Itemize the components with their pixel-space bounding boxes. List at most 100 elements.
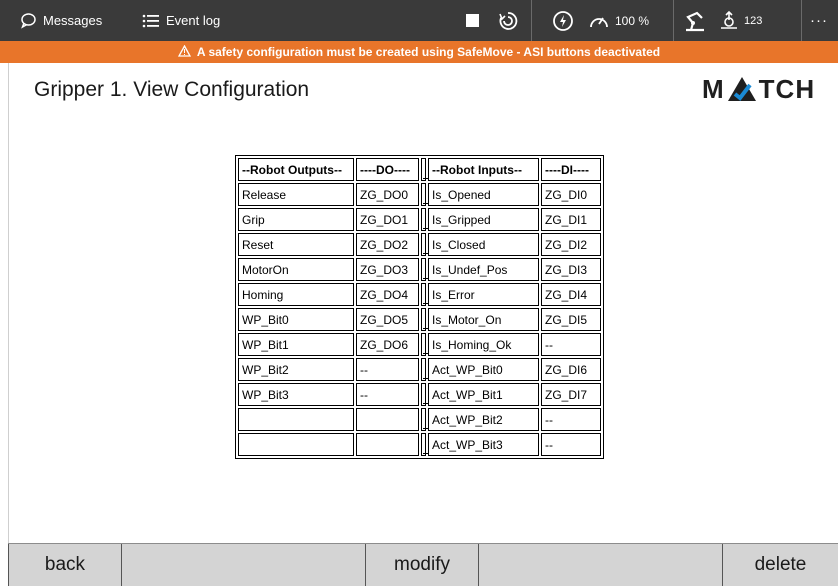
input-name-cell: Act_WP_Bit2	[428, 408, 539, 431]
io-configuration-table: --Robot Outputs-- ----DO---- --Robot Inp…	[235, 155, 604, 459]
di-signal-cell: ZG_DI7	[541, 383, 601, 406]
output-name-cell: WP_Bit1	[238, 333, 354, 356]
di-signal-cell: ZG_DI0	[541, 183, 601, 206]
speed-gauge-icon	[588, 12, 610, 30]
output-name-cell: Reset	[238, 233, 354, 256]
logo-mark-icon	[727, 76, 757, 102]
header-robot-inputs: --Robot Inputs--	[428, 158, 539, 181]
di-signal-cell: ZG_DI3	[541, 258, 601, 281]
table-body: Release ZG_DO0 Is_Opened ZG_DI0 Grip ZG_DO1 Is…	[238, 183, 601, 456]
spacer-cell	[421, 358, 428, 381]
robot-icon[interactable]	[683, 0, 707, 41]
do-signal-cell: ZG_DO0	[356, 183, 419, 206]
table-row[interactable]: Act_WP_Bit2 --	[238, 408, 601, 431]
spacer-cell	[421, 208, 428, 231]
input-name-cell: Is_Undef_Pos	[428, 258, 539, 281]
spacer-cell	[421, 333, 428, 356]
di-signal-cell: --	[541, 408, 601, 431]
table-header-row: --Robot Outputs-- ----DO---- --Robot Inp…	[238, 158, 601, 181]
spacer-cell	[421, 183, 428, 206]
output-name-cell: WP_Bit2	[238, 358, 354, 381]
table-row[interactable]: WP_Bit1 ZG_DO6 Is_Homing_Ok --	[238, 333, 601, 356]
table-row[interactable]: MotorOn ZG_DO3 Is_Undef_Pos ZG_DI3	[238, 258, 601, 281]
safety-warning-banner: A safety configuration must be created u…	[0, 41, 838, 63]
spacer-cell	[421, 308, 428, 331]
power-icon[interactable]	[552, 0, 574, 41]
do-signal-cell	[356, 433, 419, 456]
di-signal-cell: ZG_DI5	[541, 308, 601, 331]
input-name-cell: Act_WP_Bit3	[428, 433, 539, 456]
input-name-cell: Is_Closed	[428, 233, 539, 256]
input-name-cell: Is_Homing_Ok	[428, 333, 539, 356]
header-spacer	[421, 158, 428, 181]
table-row[interactable]: Act_WP_Bit3 --	[238, 433, 601, 456]
do-signal-cell: ZG_DO5	[356, 308, 419, 331]
input-name-cell: Is_Opened	[428, 183, 539, 206]
table-row[interactable]: WP_Bit3 -- Act_WP_Bit1 ZG_DI7	[238, 383, 601, 406]
messages-button[interactable]: Messages	[20, 0, 102, 41]
spacer-cell	[421, 383, 428, 406]
warning-text: A safety configuration must be created u…	[196, 45, 661, 59]
table-row[interactable]: WP_Bit0 ZG_DO5 Is_Motor_On ZG_DI5	[238, 308, 601, 331]
di-signal-cell: --	[541, 433, 601, 456]
bottom-action-bar: back modify delete	[8, 543, 838, 586]
event-log-label: Event log	[166, 13, 221, 28]
back-button[interactable]: back	[8, 544, 122, 586]
output-name-cell: Grip	[238, 208, 354, 231]
do-signal-cell: ZG_DO3	[356, 258, 419, 281]
di-signal-cell: ZG_DI1	[541, 208, 601, 231]
tool-selector[interactable]: 123	[718, 0, 762, 41]
di-signal-cell: ZG_DI2	[541, 233, 601, 256]
table-row[interactable]: WP_Bit2 -- Act_WP_Bit0 ZG_DI6	[238, 358, 601, 381]
output-name-cell: MotorOn	[238, 258, 354, 281]
input-name-cell: Is_Motor_On	[428, 308, 539, 331]
input-name-cell: Is_Gripped	[428, 208, 539, 231]
table-row[interactable]: Release ZG_DO0 Is_Opened ZG_DI0	[238, 183, 601, 206]
input-name-cell: Is_Error	[428, 283, 539, 306]
output-name-cell: WP_Bit3	[238, 383, 354, 406]
table-row[interactable]: Homing ZG_DO4 Is_Error ZG_DI4	[238, 283, 601, 306]
chat-icon	[20, 12, 37, 29]
do-signal-cell	[356, 408, 419, 431]
table-row[interactable]: Grip ZG_DO1 Is_Gripped ZG_DI1	[238, 208, 601, 231]
spacer-cell	[421, 233, 428, 256]
output-name-cell: Release	[238, 183, 354, 206]
stop-icon[interactable]	[466, 0, 479, 41]
table-row[interactable]: Reset ZG_DO2 Is_Closed ZG_DI2	[238, 233, 601, 256]
workobject-icon	[718, 10, 740, 32]
header-robot-outputs: --Robot Outputs--	[238, 158, 354, 181]
output-name-cell: WP_Bit0	[238, 308, 354, 331]
modify-button[interactable]: modify	[365, 544, 479, 586]
header-do: ----DO----	[356, 158, 419, 181]
do-signal-cell: --	[356, 358, 419, 381]
do-signal-cell: --	[356, 383, 419, 406]
spacer-cell	[421, 408, 428, 431]
do-signal-cell: ZG_DO6	[356, 333, 419, 356]
messages-label: Messages	[43, 13, 103, 28]
output-name-cell	[238, 433, 354, 456]
do-signal-cell: ZG_DO4	[356, 283, 419, 306]
do-signal-cell: ZG_DO2	[356, 233, 419, 256]
page-title: Gripper 1. View Configuration	[34, 78, 310, 101]
speed-control[interactable]: 100 %	[588, 0, 649, 41]
spacer-cell	[421, 433, 428, 456]
warning-triangle-icon	[177, 44, 191, 60]
header-di: ----DI----	[541, 158, 601, 181]
spacer-cell	[421, 258, 428, 281]
run-mode-icon[interactable]	[497, 0, 519, 41]
output-name-cell	[238, 408, 354, 431]
logo-text-left: M	[702, 73, 725, 104]
output-name-cell: Homing	[238, 283, 354, 306]
delete-button[interactable]: delete	[722, 544, 838, 586]
input-name-cell: Act_WP_Bit1	[428, 383, 539, 406]
di-signal-cell: ZG_DI6	[541, 358, 601, 381]
brand-logo: M TCH	[702, 72, 815, 106]
spacer-cell	[421, 283, 428, 306]
logo-text-right: TCH	[758, 73, 816, 104]
tool-count: 123	[744, 14, 763, 27]
do-signal-cell: ZG_DO1	[356, 208, 419, 231]
di-signal-cell: ZG_DI4	[541, 283, 601, 306]
event-log-button[interactable]: Event log	[142, 0, 220, 41]
more-icon[interactable]: ···	[810, 0, 828, 41]
di-signal-cell: --	[541, 333, 601, 356]
